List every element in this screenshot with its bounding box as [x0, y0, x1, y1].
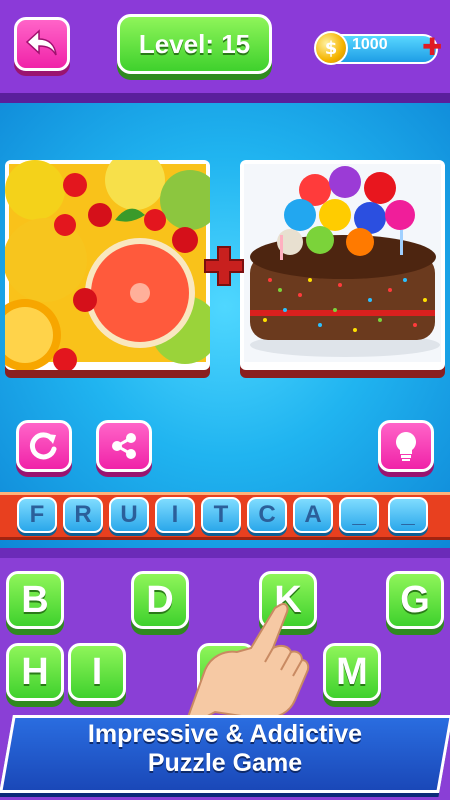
cake-image	[244, 164, 441, 362]
letter-key[interactable]: B	[6, 571, 64, 629]
answer-slot[interactable]: I	[155, 497, 195, 533]
answer-slot-empty[interactable]: _	[388, 497, 428, 533]
letter-key[interactable]: M	[323, 643, 381, 701]
add-coins-button[interactable]: ✚	[422, 33, 442, 61]
refresh-icon	[29, 432, 57, 460]
back-button[interactable]	[14, 17, 70, 71]
fruit-image	[5, 160, 210, 370]
answer-slot[interactable]: C	[247, 497, 287, 533]
keyboard-area-edge	[0, 548, 450, 558]
level-label: Level: 15	[138, 28, 251, 59]
puzzle-image-left	[5, 160, 210, 370]
answer-slot[interactable]: R	[63, 497, 103, 533]
puzzle-image-right	[240, 160, 445, 370]
answer-slot-empty[interactable]: _	[339, 497, 379, 533]
promo-line-2: Puzzle Game	[147, 749, 303, 777]
answer-slot[interactable]: F	[17, 497, 57, 533]
letter-key[interactable]: D	[131, 571, 189, 629]
hint-button[interactable]	[378, 420, 434, 472]
coin-icon: $	[314, 31, 348, 65]
coin-value: 1000	[352, 36, 388, 53]
answer-slot[interactable]: T	[201, 497, 241, 533]
lightbulb-icon	[396, 432, 416, 461]
level-badge: Level: 15	[117, 14, 272, 74]
letter-key[interactable]: I	[68, 643, 126, 701]
answer-slot[interactable]: A	[293, 497, 333, 533]
top-bar-shadow	[0, 93, 450, 103]
pointing-hand-icon	[185, 602, 310, 720]
plus-icon	[204, 246, 244, 286]
letter-key[interactable]: G	[386, 571, 444, 629]
answer-slot[interactable]: U	[109, 497, 149, 533]
share-icon	[112, 433, 136, 459]
back-arrow-icon	[25, 29, 57, 56]
promo-line-1: Impressive & Addictive	[87, 720, 363, 748]
share-button[interactable]	[96, 420, 152, 472]
refresh-button[interactable]	[16, 420, 72, 472]
promo-text: Impressive & Addictive Puzzle Game	[0, 720, 450, 778]
letter-key[interactable]: H	[6, 643, 64, 701]
